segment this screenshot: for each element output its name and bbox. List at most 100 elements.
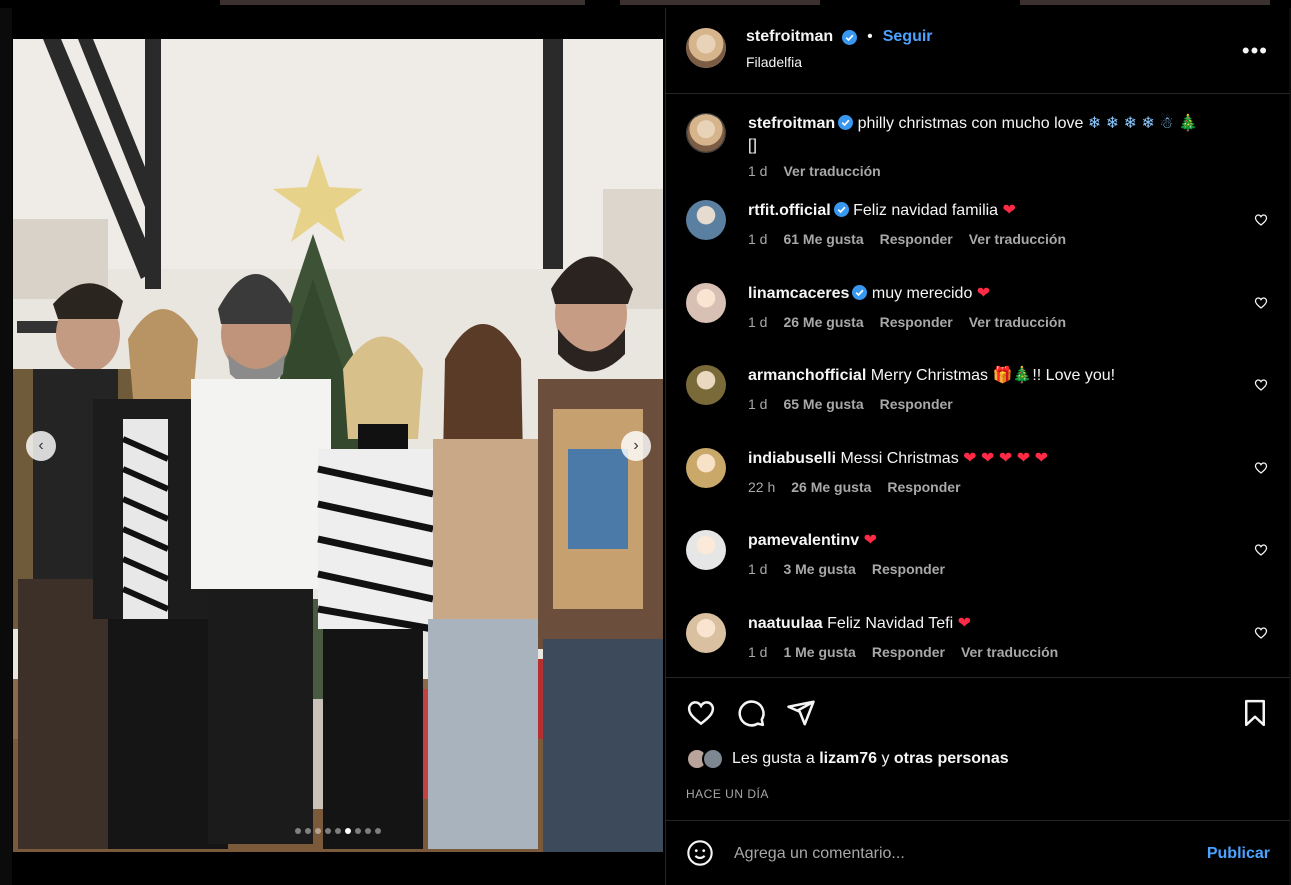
reply-link[interactable]: Responder [880,396,953,412]
comment-time: 1 d [748,561,768,577]
post-timestamp: HACE UN DÍA [686,787,769,801]
commenter-username[interactable]: linamcaceres [748,285,849,302]
carousel-prev-icon: ‹ [38,437,44,454]
comment-likes[interactable]: 65 Me gusta [783,396,863,412]
carousel-next-button[interactable]: › [621,431,651,461]
comment-like-icon[interactable] [1254,213,1268,227]
commenter-username[interactable]: naatuulaa [748,615,823,632]
commenter-avatar[interactable] [686,200,726,240]
translate-link[interactable]: Ver traducción [961,644,1058,660]
share-icon[interactable] [786,698,816,728]
reply-link[interactable]: Responder [880,314,953,330]
translate-link[interactable]: Ver traducción [969,314,1066,330]
background-feed-strip [0,0,1291,8]
reply-link[interactable]: Responder [872,644,945,660]
carousel-dots [13,828,663,834]
carousel-dot [375,828,381,834]
verified-badge-icon [852,285,868,300]
carousel-dot [335,828,341,834]
comment-likes[interactable]: 1 Me gusta [783,644,855,660]
emoji-icon[interactable] [686,839,714,867]
carousel-prev-button[interactable]: ‹ [26,431,56,461]
comment-text: muy merecido [871,285,973,302]
comment-text: Messi Christmas [840,450,959,467]
comment-like-icon[interactable] [1254,461,1268,475]
caption-extra: [] [748,137,757,154]
verified-badge-icon [842,29,858,45]
separator-dot: • [867,28,873,45]
verified-badge-icon [833,202,849,217]
publish-button[interactable]: Publicar [1207,845,1270,863]
likes-mid: y [881,750,890,767]
post-photo[interactable]: ‹ › [13,39,663,852]
comment-like-icon[interactable] [1254,378,1268,392]
comment-emoji: ❤ [957,615,971,632]
comment-time: 1 d [748,231,768,247]
save-icon[interactable] [1240,698,1270,728]
comment-likes[interactable]: 3 Me gusta [783,561,855,577]
comment-text: Feliz navidad familia [853,202,999,219]
commenter-avatar[interactable] [686,530,726,570]
comment-likes[interactable]: 26 Me gusta [783,314,863,330]
verified-badge-icon [838,115,854,130]
caption-username[interactable]: stefroitman [748,115,835,132]
comment-text: Feliz Navidad Tefi [827,615,954,632]
likes-prefix: Les gusta a [732,750,815,767]
commenter-username[interactable]: indiabuselli [748,450,836,467]
comment-emoji: ❤ [863,532,878,549]
photo-illustration [13,39,663,852]
carousel-dot [305,828,311,834]
carousel-next-icon: › [633,437,639,454]
commenter-avatar[interactable] [686,613,726,653]
like-icon[interactable] [686,698,716,728]
likes-user[interactable]: lizam76 [819,750,877,767]
post-header: stefroitman • Seguir Filadelfia ••• [666,8,1290,94]
commenter-avatar[interactable] [686,283,726,323]
caption-text: philly christmas con mucho love [857,115,1084,132]
caption-emojis: ❄ ❄ ❄ ❄ ☃ 🎄 [1087,115,1199,132]
caption-translate-link[interactable]: Ver traducción [783,163,880,179]
comment-input[interactable] [734,843,1174,865]
comment-time: 1 d [748,644,768,660]
comment-like-icon[interactable] [1254,626,1268,640]
comment-emoji: ❤ [1002,202,1016,219]
comment-time: 1 d [748,396,768,412]
author-avatar[interactable] [686,28,726,68]
commenter-avatar[interactable] [686,365,726,405]
caption-time: 1 d [748,163,768,179]
commenter-username[interactable]: armanchofficial [748,367,866,384]
reply-link[interactable]: Responder [880,231,953,247]
comment-like-icon[interactable] [1254,543,1268,557]
author-username[interactable]: stefroitman [746,28,833,46]
translate-link[interactable]: Ver traducción [969,231,1066,247]
follow-button[interactable]: Seguir [883,28,933,46]
comment-text: Merry Christmas 🎁🎄!! Love you! [870,367,1116,384]
carousel-dot [355,828,361,834]
reply-link[interactable]: Responder [887,479,960,495]
commenter-username[interactable]: pamevalentinv [748,532,859,549]
comment-emoji: ❤ ❤ ❤ ❤ ❤ [963,450,1048,467]
comment-time: 1 d [748,314,768,330]
comment-likes[interactable]: 61 Me gusta [783,231,863,247]
more-options-icon[interactable]: ••• [1242,38,1268,64]
commenter-avatar[interactable] [686,448,726,488]
carousel-dot [325,828,331,834]
carousel-dot [295,828,301,834]
comment-icon[interactable] [736,698,766,728]
comment-time: 22 h [748,479,776,495]
post-sidebar: stefroitman • Seguir Filadelfia ••• stef… [665,8,1290,885]
comment-like-icon[interactable] [1254,296,1268,310]
comment-emoji: ❤ [976,285,991,302]
commenter-username[interactable]: rtfit.official [748,202,831,219]
reply-link[interactable]: Responder [872,561,945,577]
comment-likes[interactable]: 26 Me gusta [791,479,871,495]
post-location[interactable]: Filadelfia [746,54,802,70]
carousel-dot [345,828,351,834]
carousel-dot [315,828,321,834]
comment-composer: Publicar [666,820,1290,885]
caption-avatar[interactable] [686,113,726,153]
comments-list[interactable]: stefroitman philly christmas con mucho l… [666,95,1290,677]
likes-summary[interactable]: Les gusta a lizam76 y otras personas [686,748,1009,770]
post-actions: Les gusta a lizam76 y otras personas HAC… [666,677,1290,817]
likes-others[interactable]: otras personas [894,750,1009,767]
